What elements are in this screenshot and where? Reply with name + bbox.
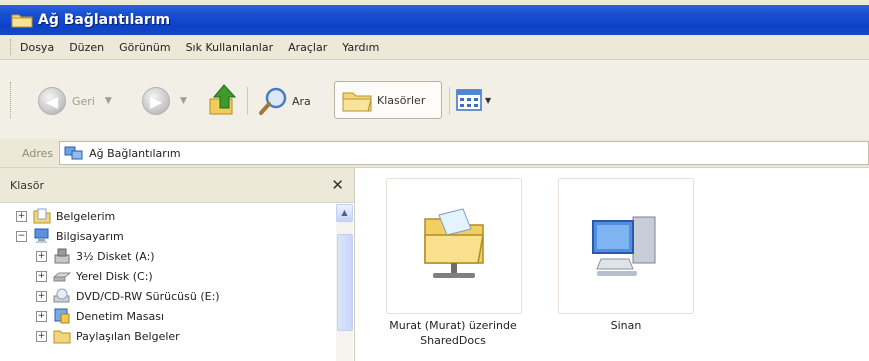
menu-file[interactable]: Dosya [20,41,54,54]
expand-icon[interactable]: + [16,210,27,222]
search-label: Ara [292,94,311,108]
network-computer-icon [592,216,656,276]
folder-tree: + Belgelerim − Bilgisayarım + 3½ Disket … [0,204,330,361]
tree-item-local-disk[interactable]: + Yerel Disk (C:) [36,266,153,286]
up-folder-icon [209,84,237,115]
menu-favorites[interactable]: Sık Kullanılanlar [186,41,274,54]
tree-item-label: 3½ Disket (A:) [76,249,155,263]
search-button[interactable]: Ara [258,86,311,116]
folders-button[interactable]: Klasörler [334,81,442,119]
title-bar[interactable]: Ağ Bağlantılarım [0,5,869,35]
menu-help[interactable]: Yardım [342,41,379,54]
menu-grip[interactable] [10,39,14,55]
tree-item-dvd-drive[interactable]: + DVD/CD-RW Sürücüsü (E:) [36,286,220,306]
back-dropdown-icon[interactable]: ▼ [105,96,112,106]
menu-bar: Dosya Düzen Görünüm Sık Kullanılanlar Ar… [0,35,869,60]
dvd-drive-icon [53,288,70,303]
hard-disk-icon [53,272,71,282]
standard-toolbar: ◀ Geri ▼ ▶ ▼ Ara Klasörler ▼ [0,60,869,140]
views-dropdown-icon[interactable]: ▼ [485,96,491,105]
toolbar-separator [247,87,248,115]
my-computer-icon [34,228,49,243]
expand-icon[interactable]: + [36,330,47,342]
scroll-thumb[interactable] [337,234,353,331]
views-button[interactable]: ▼ [456,87,500,113]
toolbar-separator-2 [449,87,450,115]
folders-icon [342,92,372,112]
folders-label: Klasörler [377,93,426,107]
item-shareddocs[interactable] [386,178,522,314]
tree-item-my-documents[interactable]: + Belgelerim [16,206,115,226]
tree-item-control-panel[interactable]: + Denetim Masası [36,306,164,326]
folders-pane-title: Klasör [10,178,44,192]
back-button[interactable]: ◀ Geri ▼ [38,87,112,115]
back-label: Geri [72,94,95,108]
item-label-line: SharedDocs [420,334,486,347]
tree-item-label: Bilgisayarım [56,229,124,243]
floppy-icon [54,248,70,264]
tree-item-floppy[interactable]: + 3½ Disket (A:) [36,246,155,266]
tree-item-label: Paylaşılan Belgeler [76,329,180,343]
tree-item-label: DVD/CD-RW Sürücüsü (E:) [76,289,220,303]
views-icon [456,89,482,111]
forward-dropdown-icon[interactable]: ▼ [180,96,187,106]
my-documents-icon [33,208,51,224]
up-folder-button[interactable] [208,83,238,117]
menu-tools[interactable]: Araçlar [288,41,327,54]
item-sinan-label: Sinan [558,318,694,333]
item-sinan[interactable] [558,178,694,314]
tree-item-my-computer[interactable]: − Bilgisayarım [16,226,124,246]
tree-item-shared-documents[interactable]: + Paylaşılan Belgeler [36,326,180,346]
menu-edit[interactable]: Düzen [69,41,104,54]
control-panel-icon [54,308,70,324]
item-shareddocs-label: Murat (Murat) üzerinde SharedDocs [363,318,543,348]
explorer-window: Ağ Bağlantılarım Dosya Düzen Görünüm Sık… [0,0,869,361]
address-bar: Adres Ağ Bağlantılarım [0,139,869,168]
expand-icon[interactable]: + [36,270,47,282]
content-pane: Murat (Murat) üzerinde SharedDocs Sinan [355,168,869,361]
expand-icon[interactable]: + [36,250,47,262]
collapse-icon[interactable]: − [16,230,27,242]
folders-pane: Klasör ✕ + Belgelerim − Bilgisayarım + 3… [0,168,355,361]
toolbar-grip[interactable] [10,82,14,118]
forward-button[interactable]: ▶ ▼ [142,87,187,115]
item-label-line: Murat (Murat) üzerinde [389,319,517,332]
network-share-folder-icon [424,208,484,278]
network-places-icon [64,146,83,160]
shared-folder-icon [53,330,71,344]
tree-item-label: Belgelerim [56,209,116,223]
forward-arrow-icon: ▶ [142,87,170,115]
expand-icon[interactable]: + [36,290,47,302]
back-arrow-icon: ◀ [38,87,66,115]
menu-view[interactable]: Görünüm [119,41,170,54]
address-field[interactable]: Ağ Bağlantılarım [59,141,869,165]
network-folder-icon [11,14,33,28]
search-icon [259,87,287,115]
address-label: Adres [22,146,54,160]
address-value: Ağ Bağlantılarım [89,146,181,160]
scroll-up-icon[interactable]: ▲ [336,204,353,222]
tree-item-label: Denetim Masası [76,309,165,323]
expand-icon[interactable]: + [36,310,47,322]
folder-tree-scrollbar[interactable]: ▲ [336,204,353,361]
folders-pane-header: Klasör ✕ [0,168,354,203]
close-icon[interactable]: ✕ [331,176,344,194]
item-label-line: Sinan [610,319,642,332]
tree-item-label: Yerel Disk (C:) [76,269,153,283]
window-title: Ağ Bağlantılarım [38,12,171,28]
